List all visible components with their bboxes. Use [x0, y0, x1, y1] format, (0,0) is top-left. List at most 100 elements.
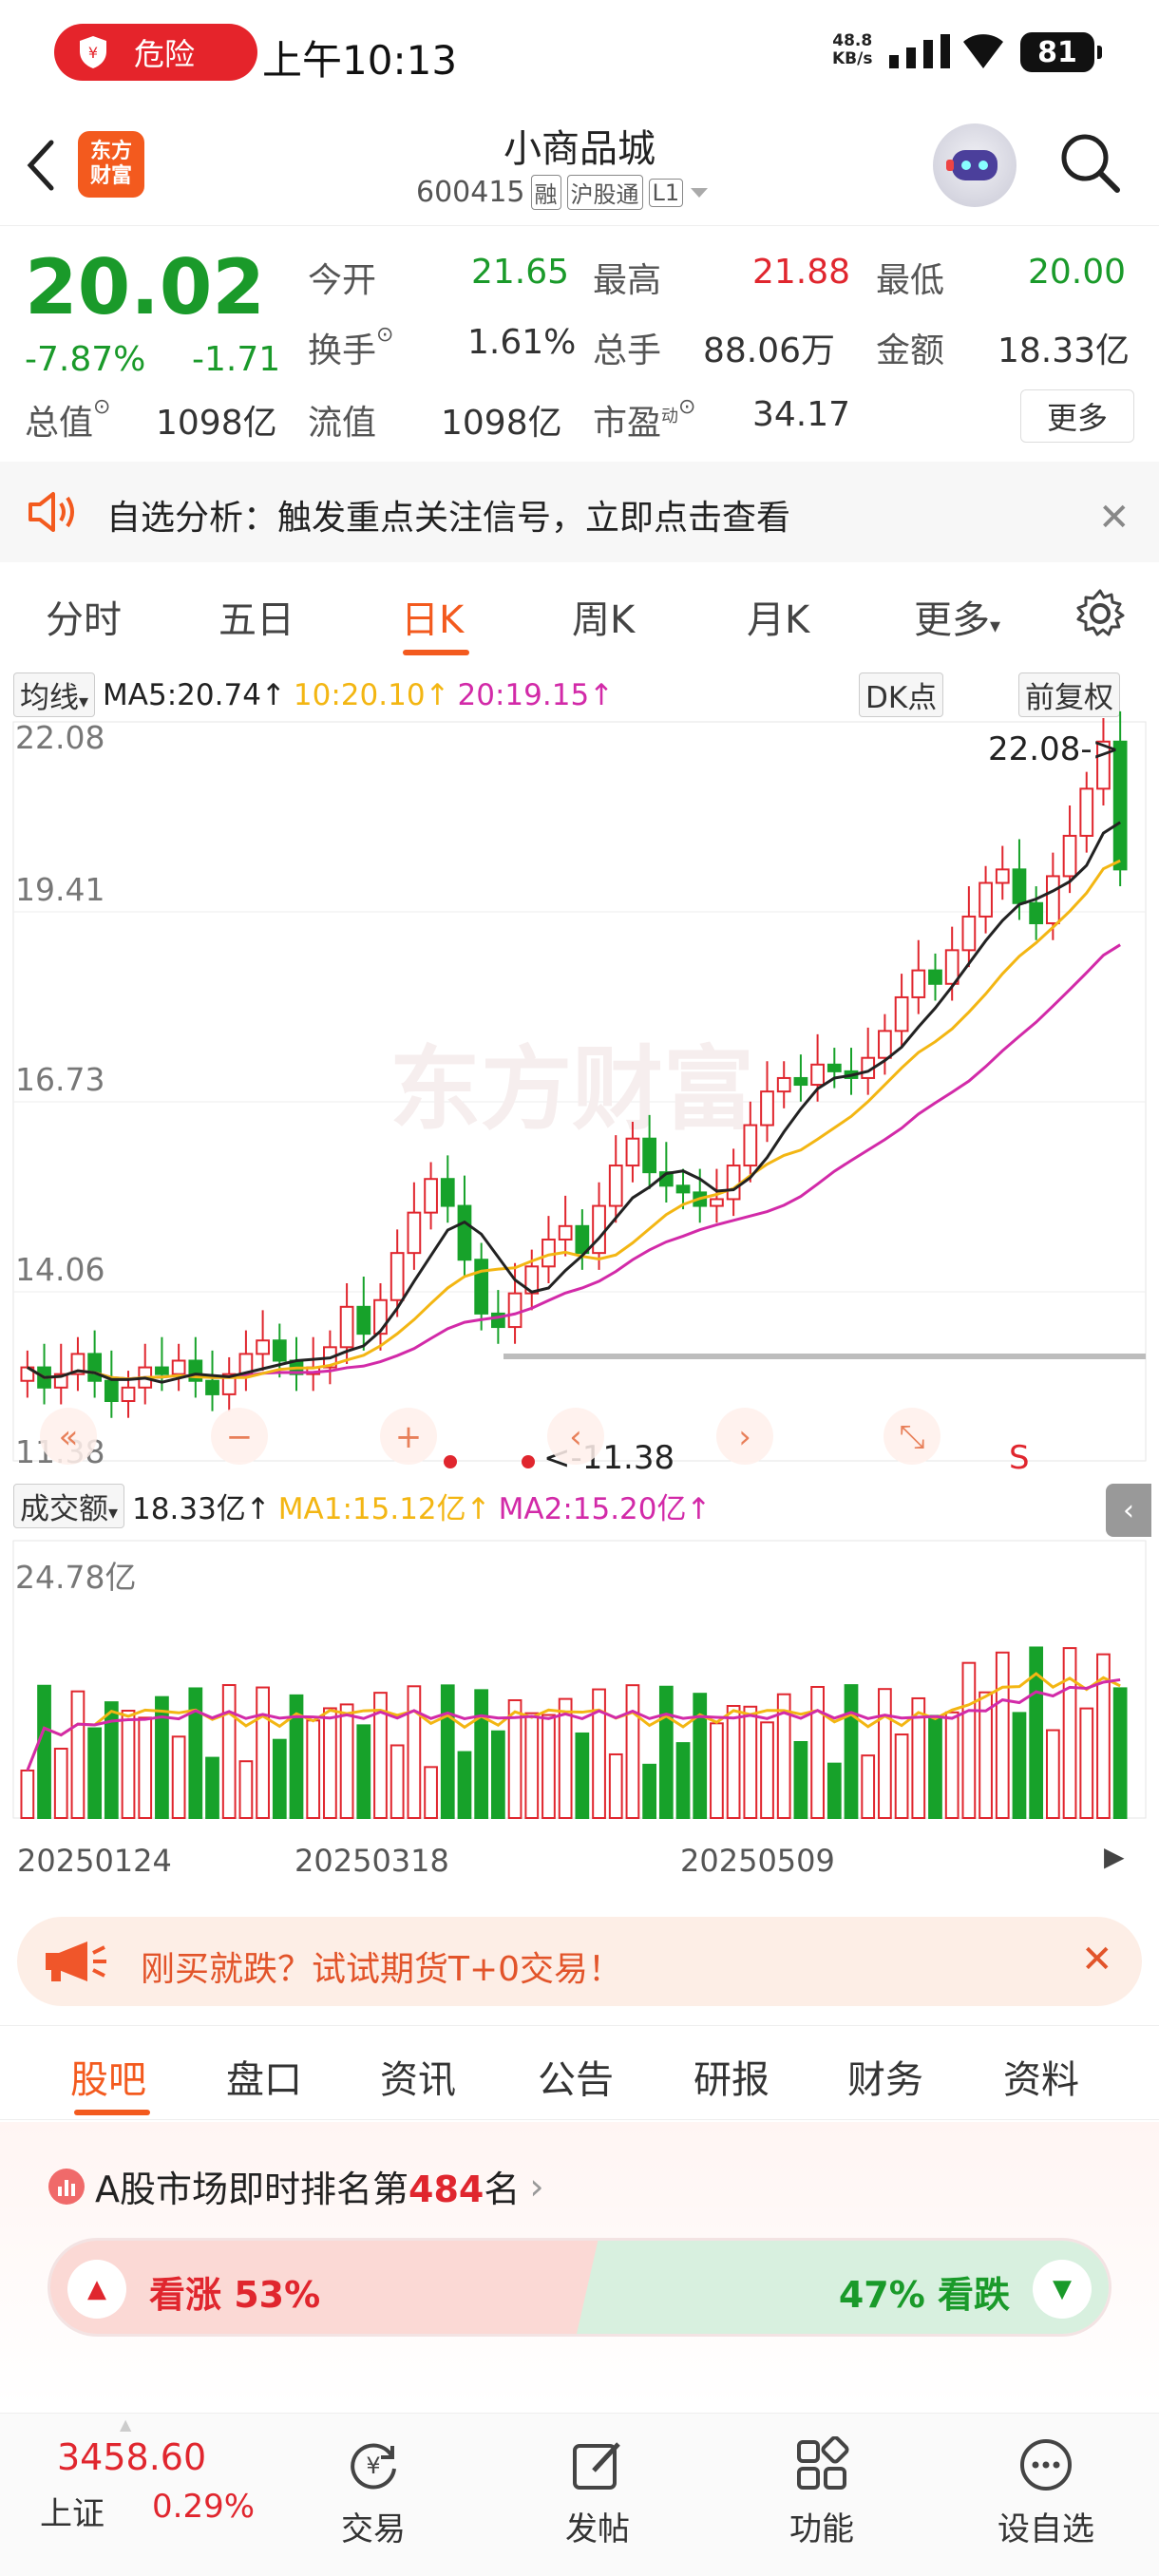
tab-financials[interactable]: 财务 [847, 2049, 923, 2104]
volume-bar [542, 1714, 556, 1819]
rewind-icon-bg [40, 1408, 97, 1465]
candle-body [978, 881, 993, 918]
market-rank[interactable]: A股市场即时排名第484名 › [48, 2160, 544, 2212]
tab-five-day[interactable]: 五日 [218, 589, 294, 644]
collapse-handle[interactable]: ‹ [1106, 1484, 1151, 1537]
volume-ma1-line [26, 1672, 1121, 1771]
volume-bar [1112, 1687, 1128, 1819]
net-speed: 48.8 KB/s [832, 31, 873, 68]
arrow-down-icon[interactable]: ▼ [1033, 2260, 1092, 2319]
promo-text: 刚买就跌？试试期货T+0交易！ [141, 1950, 623, 1989]
nav-post[interactable]: 发帖 [536, 2423, 659, 2549]
kline-chart[interactable]: 均线▾ MA5:20.74↑ 10:20.10↑ 20:19.15↑ DK点 前… [0, 665, 1159, 1890]
candle-body [390, 1252, 405, 1301]
tab-news[interactable]: 资讯 [380, 2049, 456, 2104]
more-quote-button[interactable]: 更多 [1020, 389, 1134, 443]
candle-body [542, 1238, 556, 1268]
tab-orderbook[interactable]: 盘口 [226, 2049, 302, 2104]
quote-panel: 20.02 -7.87% -1.71 今开 21.65 最高 21.88 最低 … [0, 228, 1159, 456]
futures-promo[interactable]: 刚买就跌？试试期货T+0交易！ ✕ [17, 1917, 1142, 2006]
tab-more[interactable]: 更多▾ [914, 589, 1000, 644]
volume-bar [272, 1738, 287, 1819]
stock-code-row[interactable]: 600415 融 沪股通 L1 [416, 175, 710, 210]
candle-body [490, 1312, 505, 1329]
tab-forum[interactable]: 股吧 [70, 2049, 146, 2104]
volume-bar [1096, 1653, 1111, 1820]
svg-text:¥: ¥ [88, 44, 98, 62]
close-icon[interactable]: ✕ [1081, 1938, 1113, 1981]
volume-bar [878, 1688, 892, 1819]
more-dots-icon [1020, 2439, 1072, 2491]
volume-bar [323, 1707, 337, 1819]
candle-body [558, 1224, 573, 1241]
turnover-label[interactable]: 换手⊙ [308, 323, 393, 372]
chevron-right-icon: › [738, 1418, 751, 1456]
volume-bar [592, 1688, 606, 1820]
watermark-text: 东方财富 [390, 1036, 754, 1143]
low-value: 20.00 [1028, 253, 1127, 292]
grid-icon [797, 2436, 849, 2490]
alert-bar[interactable]: 自选分析：触发重点关注信号，立即点击查看 ✕ [0, 462, 1159, 562]
y-tick-label: 16.73 [15, 1061, 104, 1098]
level-tag: L1 [648, 178, 684, 207]
ma20-line [27, 943, 1121, 1381]
arrow-up-icon[interactable]: ▲ [67, 2260, 126, 2319]
volume-bar [104, 1701, 119, 1819]
megaphone-icon [46, 1941, 106, 1981]
tab-monthly-k[interactable]: 月K [747, 589, 809, 644]
pe-label[interactable]: 市盈动⊙ [593, 395, 695, 445]
nav-functions[interactable]: 功能 [760, 2423, 884, 2549]
open-value: 21.65 [471, 253, 570, 292]
candle-body [1029, 901, 1044, 925]
candle-body [760, 1090, 774, 1127]
candle-body [693, 1191, 708, 1207]
search-icon[interactable] [1056, 129, 1123, 196]
nav-trade[interactable]: ¥ 交易 [312, 2423, 435, 2549]
volume-bar [424, 1766, 438, 1820]
dk-point-button[interactable]: DK点 [859, 672, 944, 717]
x-tick-label: 20250124 [17, 1843, 172, 1879]
sentiment-vote: ▲ 看涨 53% 47% 看跌 ▼ [48, 2238, 1112, 2337]
candle-body [826, 1063, 842, 1072]
period-tabs: 分时 五日 日K 周K 月K 更多▾ [0, 570, 1159, 661]
volume-bar [188, 1687, 203, 1820]
ma-selector[interactable]: 均线▾ [13, 672, 96, 717]
danger-badge[interactable]: ¥ 危险 [54, 24, 257, 81]
close-icon[interactable]: ✕ [1098, 496, 1130, 540]
volume-bar [289, 1694, 304, 1820]
candle-body [53, 1373, 68, 1389]
candle-body [289, 1359, 304, 1375]
mktcap-label[interactable]: 总值⊙ [25, 395, 110, 445]
price-frame [12, 721, 1147, 1462]
volume-bar [70, 1690, 86, 1819]
kline-plot[interactable]: 22.08 19.41 16.73 14.06 11.38 东方财富 22.08-> <-11… [0, 665, 1159, 1890]
tab-intraday[interactable]: 分时 [46, 589, 122, 644]
nav-add-watchlist[interactable]: 设自选 [984, 2423, 1108, 2549]
chevron-left-icon: ‹ [569, 1418, 582, 1456]
tab-announcements[interactable]: 公告 [538, 2049, 614, 2104]
volume-bar [675, 1742, 691, 1819]
tab-daily-k[interactable]: 日K [401, 589, 464, 644]
assistant-avatar[interactable] [933, 123, 1016, 207]
ma10-line [27, 859, 1121, 1381]
volume-bar [995, 1651, 1010, 1820]
zoom-in-icon: + [395, 1418, 423, 1456]
connect-tag: 沪股通 [566, 175, 643, 210]
amount-label: 金额 [876, 331, 945, 370]
gear-icon[interactable] [1074, 587, 1127, 640]
volume-bar [726, 1704, 741, 1820]
volume-bar [20, 1770, 35, 1819]
tab-weekly-k[interactable]: 周K [572, 589, 635, 644]
volume-bar [490, 1730, 505, 1820]
volume-selector[interactable]: 成交额▾ [13, 1484, 125, 1528]
volume-bar [844, 1684, 859, 1820]
candle-body [1096, 740, 1111, 790]
candle-body [1045, 875, 1060, 925]
candle-body [1112, 740, 1128, 871]
adjust-mode-button[interactable]: 前复权 [1018, 672, 1120, 717]
vote-up-bar[interactable] [50, 2241, 601, 2334]
volume-bar [894, 1733, 909, 1819]
tab-research[interactable]: 研报 [694, 2049, 770, 2104]
tab-profile[interactable]: 资料 [1003, 2049, 1079, 2104]
volume-ma2-line [26, 1677, 1121, 1771]
